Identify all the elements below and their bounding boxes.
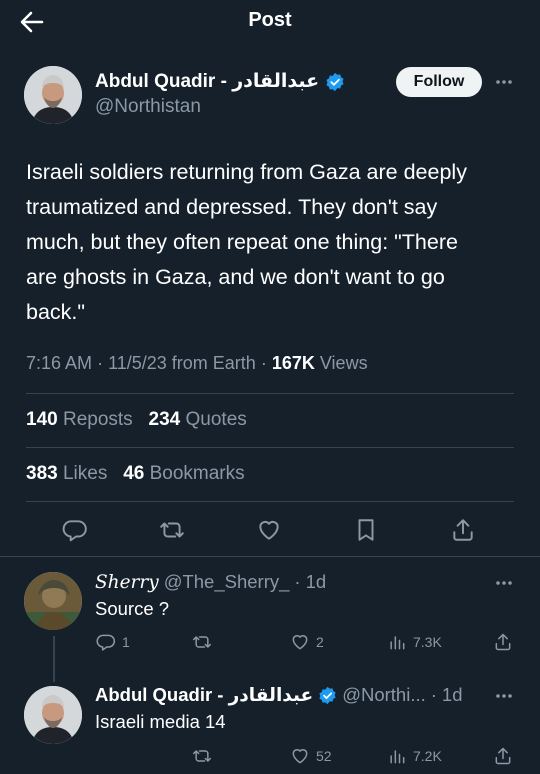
divider xyxy=(26,501,514,502)
author-name-text: Abdul Quadir - عبدالقادر xyxy=(95,71,320,92)
more-icon[interactable] xyxy=(494,577,514,589)
verified-badge-icon xyxy=(325,72,345,92)
post-meta: 7:16 AM · 11/5/23 from Earth · 167K View… xyxy=(26,353,368,373)
share-icon xyxy=(493,746,513,766)
views-icon xyxy=(387,746,407,766)
post-text-line: much, but they often repeat one thing: "… xyxy=(26,230,458,254)
reply-avatar[interactable] xyxy=(24,686,82,744)
like-icon xyxy=(290,746,310,766)
reply-like-button[interactable]: 52 xyxy=(290,746,332,766)
reply-author-name[interactable]: Abdul Quadir - عبدالقادر xyxy=(95,684,313,706)
reply-author-name[interactable]: Sherry xyxy=(95,572,159,593)
view-count: 7.3K xyxy=(413,634,442,650)
author-avatar[interactable] xyxy=(24,66,82,124)
likes-stat[interactable]: 383 Likes xyxy=(26,463,107,484)
bookmark-icon[interactable] xyxy=(353,517,379,543)
reply-icon[interactable] xyxy=(62,517,88,543)
view-count: 7.2K xyxy=(413,748,442,764)
views-count: 167K xyxy=(271,353,315,373)
reply-age: 1d xyxy=(305,571,327,592)
author-name[interactable]: Abdul Quadir - عبدالقادر xyxy=(95,70,345,93)
repost-icon[interactable] xyxy=(159,517,185,543)
top-bar: Post xyxy=(0,0,540,42)
share-icon xyxy=(493,632,513,652)
share-icon[interactable] xyxy=(450,517,476,543)
post-text-line: Israeli soldiers returning from Gaza are… xyxy=(26,160,467,184)
divider xyxy=(0,556,540,557)
reply-header: Sherry @The_Sherry_ · 1d xyxy=(95,571,327,593)
like-icon xyxy=(290,632,310,652)
divider xyxy=(26,447,514,448)
reply-count: 1 xyxy=(122,634,130,650)
reply-like-button[interactable]: 2 xyxy=(290,632,324,652)
author-handle[interactable]: @Northistan xyxy=(95,96,201,118)
like-bookmark-stats: 383 Likes 46 Bookmarks xyxy=(26,463,245,485)
reply-author-handle[interactable]: @The_Sherry_ xyxy=(164,571,290,593)
verified-badge-icon xyxy=(318,686,337,705)
reply-repost-button[interactable] xyxy=(192,632,218,652)
like-count: 2 xyxy=(316,634,324,650)
repost-quote-stats: 140 Reposts 234 Quotes xyxy=(26,409,247,431)
reply-reply-button[interactable]: 1 xyxy=(96,632,130,652)
page-title: Post xyxy=(248,9,292,31)
reply-views-button[interactable]: 7.3K xyxy=(387,632,442,652)
repost-icon xyxy=(192,632,212,652)
repost-icon xyxy=(192,746,212,766)
more-icon[interactable] xyxy=(494,690,514,702)
divider xyxy=(26,393,514,394)
post-text-line: traumatized and depressed. They don't sa… xyxy=(26,195,438,219)
follow-button[interactable]: Follow xyxy=(396,67,482,97)
reply-avatar[interactable] xyxy=(24,572,82,630)
reply-text: Israeli media 14 xyxy=(95,711,226,732)
reply-icon xyxy=(96,632,116,652)
more-icon[interactable] xyxy=(494,76,514,88)
reply-views-button[interactable]: 7.2K xyxy=(387,746,442,766)
post-text-line: back." xyxy=(26,300,86,324)
bookmarks-stat[interactable]: 46 Bookmarks xyxy=(123,463,244,484)
quotes-stat[interactable]: 234 Quotes xyxy=(149,409,247,430)
reply-author-handle[interactable]: @Northi... xyxy=(342,684,426,706)
like-count: 52 xyxy=(316,748,332,764)
reply-text: Source ? xyxy=(95,598,170,619)
post-text: Israeli soldiers returning from Gaza are… xyxy=(26,155,520,330)
post-time[interactable]: 7:16 AM xyxy=(26,353,92,373)
like-icon[interactable] xyxy=(256,517,282,543)
thread-line xyxy=(53,636,55,682)
reply-header: Abdul Quadir - عبدالقادر @Northi... · 1d xyxy=(95,684,463,706)
views-icon xyxy=(387,632,407,652)
post-date: 11/5/23 from Earth xyxy=(108,353,256,373)
reply-age: 1d xyxy=(441,684,463,705)
reply-share-button[interactable] xyxy=(493,632,513,652)
reply-repost-button[interactable] xyxy=(192,746,218,766)
reply-share-button[interactable] xyxy=(493,746,513,766)
reposts-stat[interactable]: 140 Reposts xyxy=(26,409,133,430)
views-label: Views xyxy=(319,353,368,373)
post-text-line: are ghosts in Gaza, and we don't want to… xyxy=(26,265,445,289)
